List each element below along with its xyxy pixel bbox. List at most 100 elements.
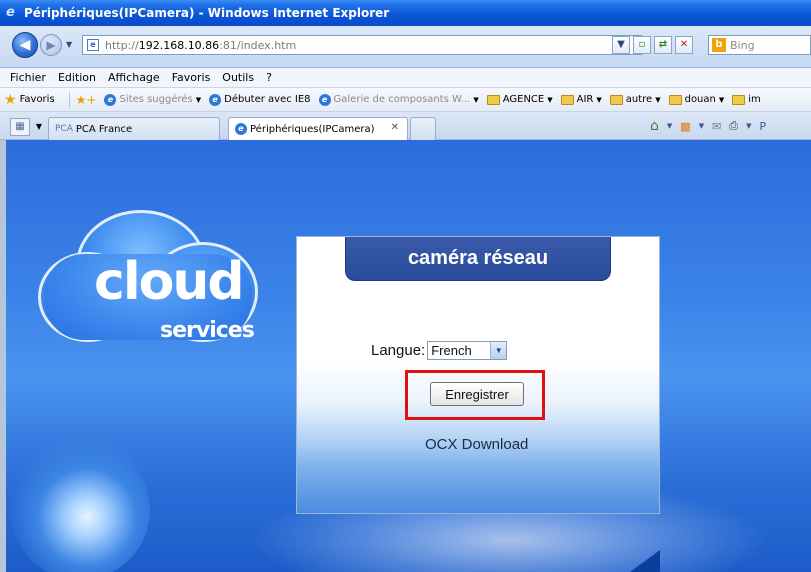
star-icon: ★ <box>4 91 17 108</box>
fav-label: Galerie de composants W... <box>333 94 471 105</box>
folder-icon <box>668 94 682 105</box>
new-tab-button[interactable] <box>410 117 436 140</box>
history-dropdown-icon[interactable]: ▼ <box>66 40 76 50</box>
decorative-shape <box>630 550 660 572</box>
chevron-down-icon[interactable]: ▼ <box>490 342 507 359</box>
language-row: Langue: French ▼ <box>371 341 508 360</box>
fav-label: im <box>748 94 761 105</box>
url-dropdown-icon[interactable]: ▼ <box>612 36 630 54</box>
back-button[interactable]: ◀ <box>12 32 38 58</box>
quick-tabs-icon[interactable]: ▦ <box>10 118 30 136</box>
ie-icon: e <box>104 93 117 106</box>
chevron-down-icon: ▼ <box>473 95 479 104</box>
chevron-down-icon: ▼ <box>718 95 725 104</box>
fav-sites-suggeres[interactable]: e Sites suggérés ▼ <box>104 93 202 106</box>
favorites-bar: ★ Favoris ★+ e Sites suggérés ▼ e Débute… <box>0 88 811 112</box>
save-button[interactable]: Enregistrer <box>430 382 524 406</box>
stop-icon[interactable]: ✕ <box>675 36 693 54</box>
fav-folder-douan[interactable]: douan ▼ <box>668 94 725 105</box>
command-bar: ⌂ ▼ ▩ ▼ ✉ ⎙ ▼ P <box>650 118 766 134</box>
folder-icon <box>486 94 500 105</box>
favorites-button[interactable]: ★ Favoris <box>4 92 55 108</box>
compatibility-view-icon[interactable]: ▫ <box>633 36 651 54</box>
decorative-swirl <box>10 440 150 572</box>
menu-help[interactable]: ? <box>260 71 278 84</box>
menu-outils[interactable]: Outils <box>216 71 260 84</box>
menu-affichage[interactable]: Affichage <box>102 71 166 84</box>
tab-label: Périphériques(IPCamera) <box>250 123 375 135</box>
logo-services-text: services <box>160 318 255 343</box>
window-title: Périphériques(IPCamera) - Windows Intern… <box>24 6 390 20</box>
search-placeholder: Bing <box>730 38 755 52</box>
tab-label: PCA France <box>75 123 133 135</box>
fav-label: autre <box>625 94 653 105</box>
fav-folder-air[interactable]: AIR ▼ <box>560 94 602 105</box>
window-titlebar: e Périphériques(IPCamera) - Windows Inte… <box>0 0 811 26</box>
folder-icon <box>732 94 746 105</box>
url-input[interactable]: e http://192.168.10.86:81/index.htm <box>82 35 642 55</box>
folder-icon <box>609 94 623 105</box>
fav-label: Débuter avec IE8 <box>224 94 311 105</box>
page-content: cloud services caméra réseau Langue: Fre… <box>0 140 811 572</box>
tab-favicon-label: PCA <box>55 124 73 134</box>
tab-pca-france[interactable]: PCA PCA France <box>48 117 220 140</box>
language-select[interactable]: French ▼ <box>427 341 508 360</box>
folder-icon <box>560 94 574 105</box>
chevron-down-icon[interactable]: ▼ <box>699 122 704 130</box>
forward-button[interactable]: ▶ <box>40 34 62 56</box>
fav-label: AGENCE <box>502 94 545 105</box>
tab-peripheriques[interactable]: e Périphériques(IPCamera) ✕ <box>228 117 408 140</box>
fav-label: AIR <box>576 94 594 105</box>
tab-list-dropdown-icon[interactable]: ▼ <box>33 118 45 136</box>
fav-debuter-ie8[interactable]: e Débuter avec IE8 <box>209 93 311 106</box>
menu-bar: Fichier Edition Affichage Favoris Outils… <box>0 68 811 88</box>
favorites-label: Favoris <box>19 94 55 105</box>
print-icon[interactable]: ⎙ <box>729 119 738 133</box>
fav-galerie[interactable]: e Galerie de composants W... ▼ <box>318 93 479 106</box>
add-star-icon: ★+ <box>75 92 97 107</box>
cloud-services-logo: cloud services <box>28 192 278 372</box>
ie-icon: e <box>209 93 222 106</box>
address-toolbar: ◀ ▶ ▼ e http://192.168.10.86:81/index.ht… <box>0 26 811 68</box>
ie-icon: e <box>318 93 331 106</box>
page-favicon-icon: e <box>87 39 99 51</box>
fav-label: Sites suggérés <box>119 94 193 105</box>
panel-header: caméra réseau <box>345 237 611 281</box>
refresh-icon[interactable]: ⇄ <box>654 36 672 54</box>
chevron-down-icon: ▼ <box>195 95 202 104</box>
language-label: Langue: <box>371 342 426 359</box>
feeds-icon[interactable]: ▩ <box>680 120 690 133</box>
chevron-down-icon: ▼ <box>596 95 602 104</box>
url-host: 192.168.10.86 <box>138 38 220 52</box>
bing-icon: b <box>712 38 726 52</box>
fav-folder-agence[interactable]: AGENCE ▼ <box>486 94 553 105</box>
search-input[interactable]: b Bing <box>708 35 811 55</box>
mail-icon[interactable]: ✉ <box>712 120 721 133</box>
tab-bar: ▦ ▼ PCA PCA France e Périphériques(IPCam… <box>0 112 811 140</box>
chevron-down-icon[interactable]: ▼ <box>746 122 751 130</box>
fav-folder-im[interactable]: im <box>732 94 761 105</box>
home-icon[interactable]: ⌂ <box>650 118 659 134</box>
window-frame-edge <box>0 140 6 572</box>
chevron-down-icon: ▼ <box>547 95 553 104</box>
menu-fichier[interactable]: Fichier <box>4 71 52 84</box>
login-panel: caméra réseau Langue: French ▼ Enregistr… <box>296 236 660 514</box>
panel-title: caméra réseau <box>407 247 549 269</box>
fav-folder-autre[interactable]: autre ▼ <box>609 94 661 105</box>
url-suffix: :81/index.htm <box>219 38 297 52</box>
ocx-download-link[interactable]: OCX Download <box>425 436 528 453</box>
url-prefix: http:// <box>105 38 139 52</box>
logo-cloud-text: cloud <box>94 252 245 312</box>
language-selected-value: French <box>431 343 472 358</box>
menu-edition[interactable]: Edition <box>52 71 102 84</box>
ie-icon: e <box>235 123 247 135</box>
menu-favoris[interactable]: Favoris <box>166 71 217 84</box>
chevron-down-icon: ▼ <box>655 95 661 104</box>
close-tab-icon[interactable]: ✕ <box>391 122 399 133</box>
ie-logo-icon: e <box>6 5 15 20</box>
page-menu-button[interactable]: P <box>760 120 767 133</box>
chevron-down-icon[interactable]: ▼ <box>667 122 672 130</box>
add-favorite-button[interactable]: ★+ <box>76 93 97 107</box>
divider <box>68 91 70 108</box>
fav-label: douan <box>684 94 716 105</box>
